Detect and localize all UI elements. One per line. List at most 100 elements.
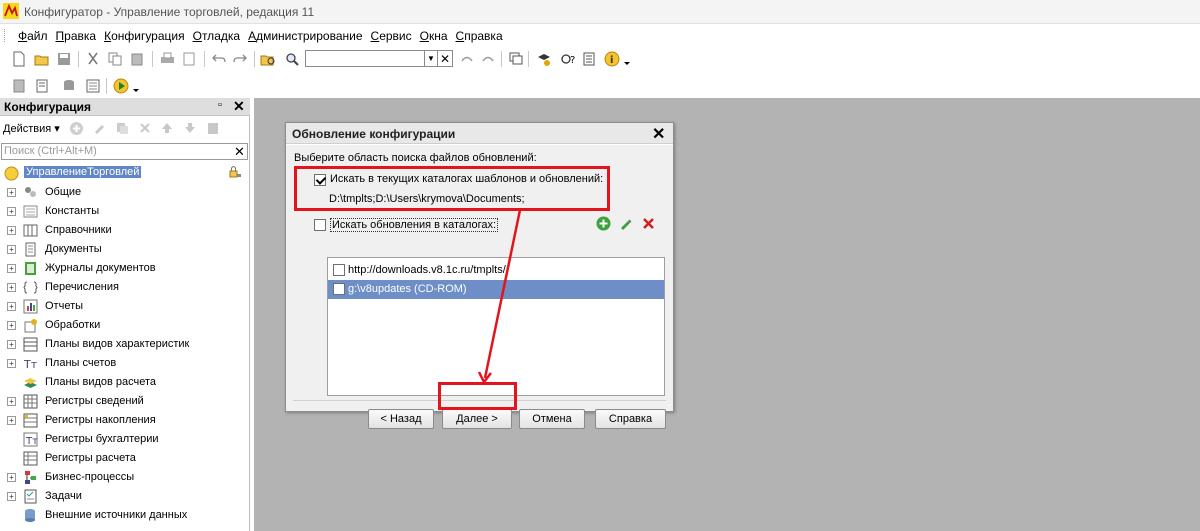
info-icon[interactable]: i <box>603 50 621 68</box>
windows-icon[interactable] <box>507 50 525 68</box>
help-search-icon[interactable]: ? <box>559 50 577 68</box>
tree-item[interactable]: Планы видов расчета <box>0 373 250 392</box>
save-icon[interactable] <box>55 50 73 68</box>
tree-item[interactable]: + Тт Планы счетов <box>0 354 250 373</box>
expand-icon[interactable]: + <box>7 283 16 292</box>
help-contents-icon[interactable] <box>580 50 598 68</box>
tree-item[interactable]: + Журналы документов <box>0 259 250 278</box>
new-file-icon[interactable] <box>10 50 28 68</box>
open-folder-icon[interactable] <box>33 50 51 68</box>
menu-item[interactable]: Файл <box>14 29 52 43</box>
add-icon[interactable] <box>69 121 84 136</box>
toolbar-more-icon[interactable] <box>622 54 632 72</box>
menu-item[interactable]: Сервис <box>367 29 416 43</box>
clear-search-icon[interactable]: ✕ <box>232 143 247 160</box>
svg-text:?: ? <box>570 55 575 66</box>
menu-item[interactable]: Конфигурация <box>100 29 189 43</box>
start-debug-icon[interactable] <box>112 77 130 95</box>
option2-checkbox[interactable] <box>314 219 326 231</box>
menu-item[interactable]: Справка <box>452 29 507 43</box>
tree-item[interactable]: + Бизнес-процессы <box>0 468 250 487</box>
tree-item[interactable]: + Справочники <box>0 221 250 240</box>
sort-icon[interactable] <box>207 122 219 135</box>
chevron-down-icon[interactable]: ▼ <box>425 50 438 67</box>
update-db-icon[interactable] <box>60 77 78 95</box>
back-button[interactable]: < Назад <box>368 409 434 429</box>
actions-menu-button[interactable]: Действия ▾ <box>3 122 60 135</box>
tree-item[interactable]: Регистры расчета <box>0 449 250 468</box>
toolbar-search-input[interactable] <box>305 50 425 67</box>
tree-item[interactable]: + Константы <box>0 202 250 221</box>
catalog-list-item[interactable]: http://downloads.v8.1c.ru/tmplts/ <box>328 261 664 280</box>
add-catalog-icon[interactable] <box>596 216 611 231</box>
delete-icon[interactable] <box>139 122 151 134</box>
delete-catalog-icon[interactable] <box>642 217 655 230</box>
tree-item[interactable]: Тт Регистры бухгалтерии <box>0 430 250 449</box>
tree-item[interactable]: + Задачи <box>0 487 250 506</box>
tree-item[interactable]: + Регистры сведений <box>0 392 250 411</box>
print-icon[interactable] <box>158 50 176 68</box>
menu-item[interactable]: Правка <box>52 29 101 43</box>
catalog-checkbox[interactable] <box>333 264 345 276</box>
tree-item[interactable]: + Документы <box>0 240 250 259</box>
cut-icon[interactable] <box>84 50 102 68</box>
tasks-icon <box>23 489 38 504</box>
menu-item[interactable]: Администрирование <box>244 29 366 43</box>
edit-icon[interactable] <box>93 122 105 134</box>
tree-item[interactable]: + Отчеты <box>0 297 250 316</box>
undo-icon[interactable] <box>210 50 228 68</box>
move-up-icon[interactable] <box>161 122 173 134</box>
search-icon[interactable] <box>283 50 301 68</box>
open-config-icon[interactable] <box>10 77 28 95</box>
tree-item[interactable]: + Перечисления <box>0 278 250 297</box>
open-db-config-icon[interactable] <box>33 77 51 95</box>
expand-icon[interactable]: + <box>7 492 16 501</box>
find-in-folder-icon[interactable] <box>259 50 277 68</box>
find-next-icon[interactable] <box>479 50 497 68</box>
catalog-list-item[interactable]: g:\v8updates (CD-ROM) <box>328 280 664 299</box>
copy-item-icon[interactable] <box>116 122 129 135</box>
debug-more-icon[interactable] <box>131 81 141 99</box>
syntax-assistant-icon[interactable] <box>535 50 553 68</box>
expand-icon[interactable]: + <box>7 340 16 349</box>
cancel-button[interactable]: Отмена <box>519 409 585 429</box>
paste-icon[interactable] <box>128 50 146 68</box>
expand-icon[interactable]: + <box>7 473 16 482</box>
panel-search-input[interactable]: Поиск (Ctrl+Alt+M) ✕ <box>1 143 248 160</box>
print-preview-icon[interactable] <box>180 50 198 68</box>
expand-icon[interactable]: + <box>7 321 16 330</box>
expand-icon[interactable]: + <box>7 264 16 273</box>
config-root-icon <box>4 166 19 181</box>
tree-item[interactable]: + Обработки <box>0 316 250 335</box>
find-prev-icon[interactable] <box>458 50 476 68</box>
expand-icon[interactable]: + <box>7 359 16 368</box>
expand-icon[interactable]: + <box>7 207 16 216</box>
help-button[interactable]: Справка <box>595 409 666 429</box>
next-button[interactable]: Далее > <box>442 409 512 429</box>
catalog-checkbox[interactable] <box>333 283 345 295</box>
option2-label[interactable]: Искать обновления в каталогах: <box>330 218 499 232</box>
close-icon[interactable]: ✕ <box>438 50 453 67</box>
expand-icon[interactable]: + <box>7 416 16 425</box>
expand-icon[interactable]: + <box>7 245 16 254</box>
menu-item[interactable]: Отладка <box>189 29 244 43</box>
tree-item[interactable]: Внешние источники данных <box>0 506 250 525</box>
expand-icon[interactable]: + <box>7 226 16 235</box>
expand-icon[interactable]: + <box>7 302 16 311</box>
close-icon[interactable]: ✕ <box>652 124 665 144</box>
compare-config-icon[interactable] <box>84 77 102 95</box>
tree-item[interactable]: + Общие <box>0 183 250 202</box>
edit-catalog-icon[interactable] <box>619 217 632 230</box>
menu-item[interactable]: Окна <box>416 29 452 43</box>
copy-icon[interactable] <box>106 50 124 68</box>
redo-icon[interactable] <box>231 50 249 68</box>
move-down-icon[interactable] <box>184 122 196 134</box>
close-icon[interactable]: ✕ <box>233 98 245 115</box>
catalog-path: http://downloads.v8.1c.ru/tmplts/ <box>348 264 506 276</box>
pin-icon[interactable]: ▫ <box>218 99 222 111</box>
tree-item[interactable]: + Регистры накопления <box>0 411 250 430</box>
tree-root[interactable]: УправлениеТорговлей <box>0 164 250 183</box>
expand-icon[interactable]: + <box>7 188 16 197</box>
tree-item[interactable]: + Планы видов характеристик <box>0 335 250 354</box>
expand-icon[interactable]: + <box>7 397 16 406</box>
